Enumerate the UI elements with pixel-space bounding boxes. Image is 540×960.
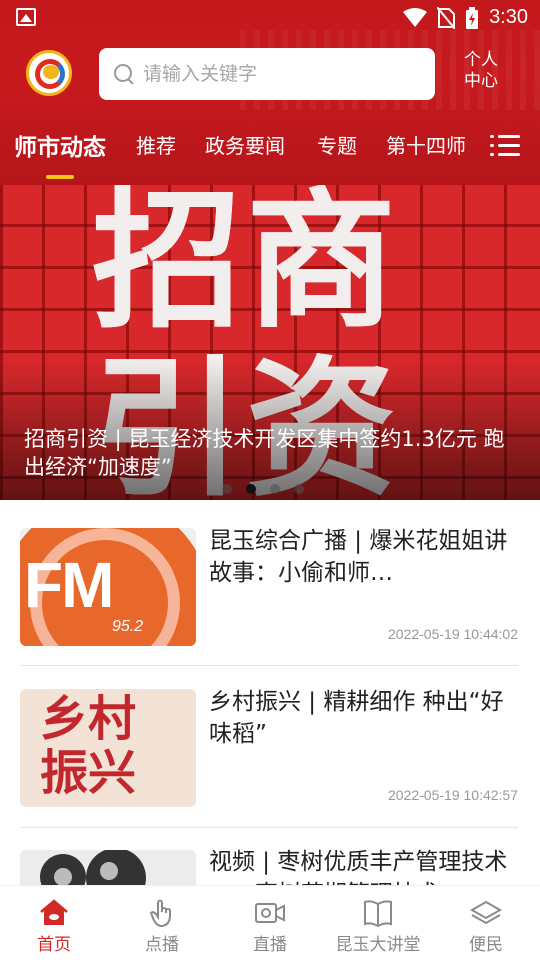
search-icon: [113, 63, 135, 85]
nav-on-demand[interactable]: 点播: [108, 886, 216, 960]
tab-special-topics[interactable]: 专题: [317, 130, 357, 159]
status-time: 3:30: [489, 6, 528, 28]
gallery-notification-icon: [16, 8, 36, 26]
news-title: 乡村振兴 | 精耕细作 种出“好味稻”: [209, 689, 504, 747]
news-item[interactable]: FM 95.2 昆玉综合广播 | 爆米花姐姐讲故事：小偷和师… 2022-05-…: [20, 500, 518, 666]
thumbnail-text-line2: 振兴: [40, 745, 137, 801]
no-sim-icon: [437, 6, 456, 29]
home-icon: [40, 899, 68, 925]
news-time: 2022-05-19 10:44:02: [388, 626, 518, 642]
news-thumbnail: [20, 850, 196, 885]
tab-fourteenth-division[interactable]: 第十四师: [386, 130, 466, 159]
app-header: 3:30 个人 中心 师市动态 推荐 政务要闻 专题 第十四师: [0, 0, 540, 185]
search-input[interactable]: [143, 63, 413, 85]
channel-menu-icon[interactable]: [490, 134, 520, 158]
tab-government-news[interactable]: 政务要闻: [205, 130, 285, 159]
layers-icon: [470, 900, 502, 925]
tab-shishi-dongtai[interactable]: 师市动态: [14, 128, 106, 162]
carousel-dot[interactable]: [270, 484, 280, 494]
nav-label: 首页: [37, 935, 71, 955]
news-title: 视频 | 枣树优质丰产管理技术——枣树花期管理技术: [209, 849, 508, 885]
carousel-indicator: [222, 484, 304, 494]
thumbnail-number: 95.2: [112, 618, 144, 635]
touch-icon: [149, 899, 171, 928]
search-bar[interactable]: [99, 48, 435, 100]
app-logo[interactable]: [26, 50, 72, 96]
banner-image-text-top: 招商: [92, 185, 401, 349]
thumbnail-text-line1: 乡村: [40, 691, 137, 747]
nav-live[interactable]: 直播: [216, 886, 324, 960]
wifi-icon: [403, 7, 428, 27]
news-thumbnail: 乡村 振兴: [20, 689, 196, 807]
top-bar: 个人 中心: [0, 46, 540, 102]
featured-banner[interactable]: 招商 引资 招商引资 | 昆玉经济技术开发区集中签约1.3亿元 跑出经济“加速度…: [0, 185, 540, 500]
active-tab-indicator: [46, 175, 74, 179]
banner-caption: 招商引资 | 昆玉经济技术开发区集中签约1.3亿元 跑出经济“加速度”: [24, 427, 505, 479]
nav-label: 昆玉大讲堂: [335, 935, 421, 955]
carousel-dot[interactable]: [294, 484, 304, 494]
nav-lecture-hall[interactable]: 昆玉大讲堂: [324, 886, 432, 960]
news-item[interactable]: 视频 | 枣树优质丰产管理技术——枣树花期管理技术: [20, 828, 518, 885]
news-title: 昆玉综合广播 | 爆米花姐姐讲故事：小偷和师…: [209, 528, 508, 586]
news-time: 2022-05-19 10:42:57: [388, 787, 518, 803]
carousel-dot-active[interactable]: [246, 484, 256, 494]
news-list: FM 95.2 昆玉综合广播 | 爆米花姐姐讲故事：小偷和师… 2022-05-…: [0, 500, 540, 885]
thumbnail-text: FM: [24, 549, 114, 621]
category-tabs: 师市动态 推荐 政务要闻 专题 第十四师: [0, 122, 540, 182]
bottom-navigation: 首页 点播 直播 昆玉大讲堂 便民: [0, 885, 540, 960]
battery-icon: [466, 6, 479, 29]
nav-label: 点播: [145, 935, 179, 955]
news-item[interactable]: 乡村 振兴 乡村振兴 | 精耕细作 种出“好味稻” 2022-05-19 10:…: [20, 666, 518, 828]
profile-label-line2: 中心: [464, 71, 498, 91]
video-camera-icon: [255, 903, 285, 923]
tab-recommend[interactable]: 推荐: [136, 130, 176, 159]
profile-label-line1: 个人: [464, 50, 498, 70]
status-bar: 3:30: [0, 0, 540, 36]
news-thumbnail: FM 95.2: [20, 528, 196, 646]
carousel-dot[interactable]: [222, 484, 232, 494]
nav-label: 便民: [469, 935, 503, 955]
book-icon: [364, 900, 392, 928]
nav-home[interactable]: 首页: [0, 886, 108, 960]
nav-convenience[interactable]: 便民: [432, 886, 540, 960]
nav-label: 直播: [253, 935, 287, 955]
profile-center-button[interactable]: 个人 中心: [454, 50, 508, 92]
